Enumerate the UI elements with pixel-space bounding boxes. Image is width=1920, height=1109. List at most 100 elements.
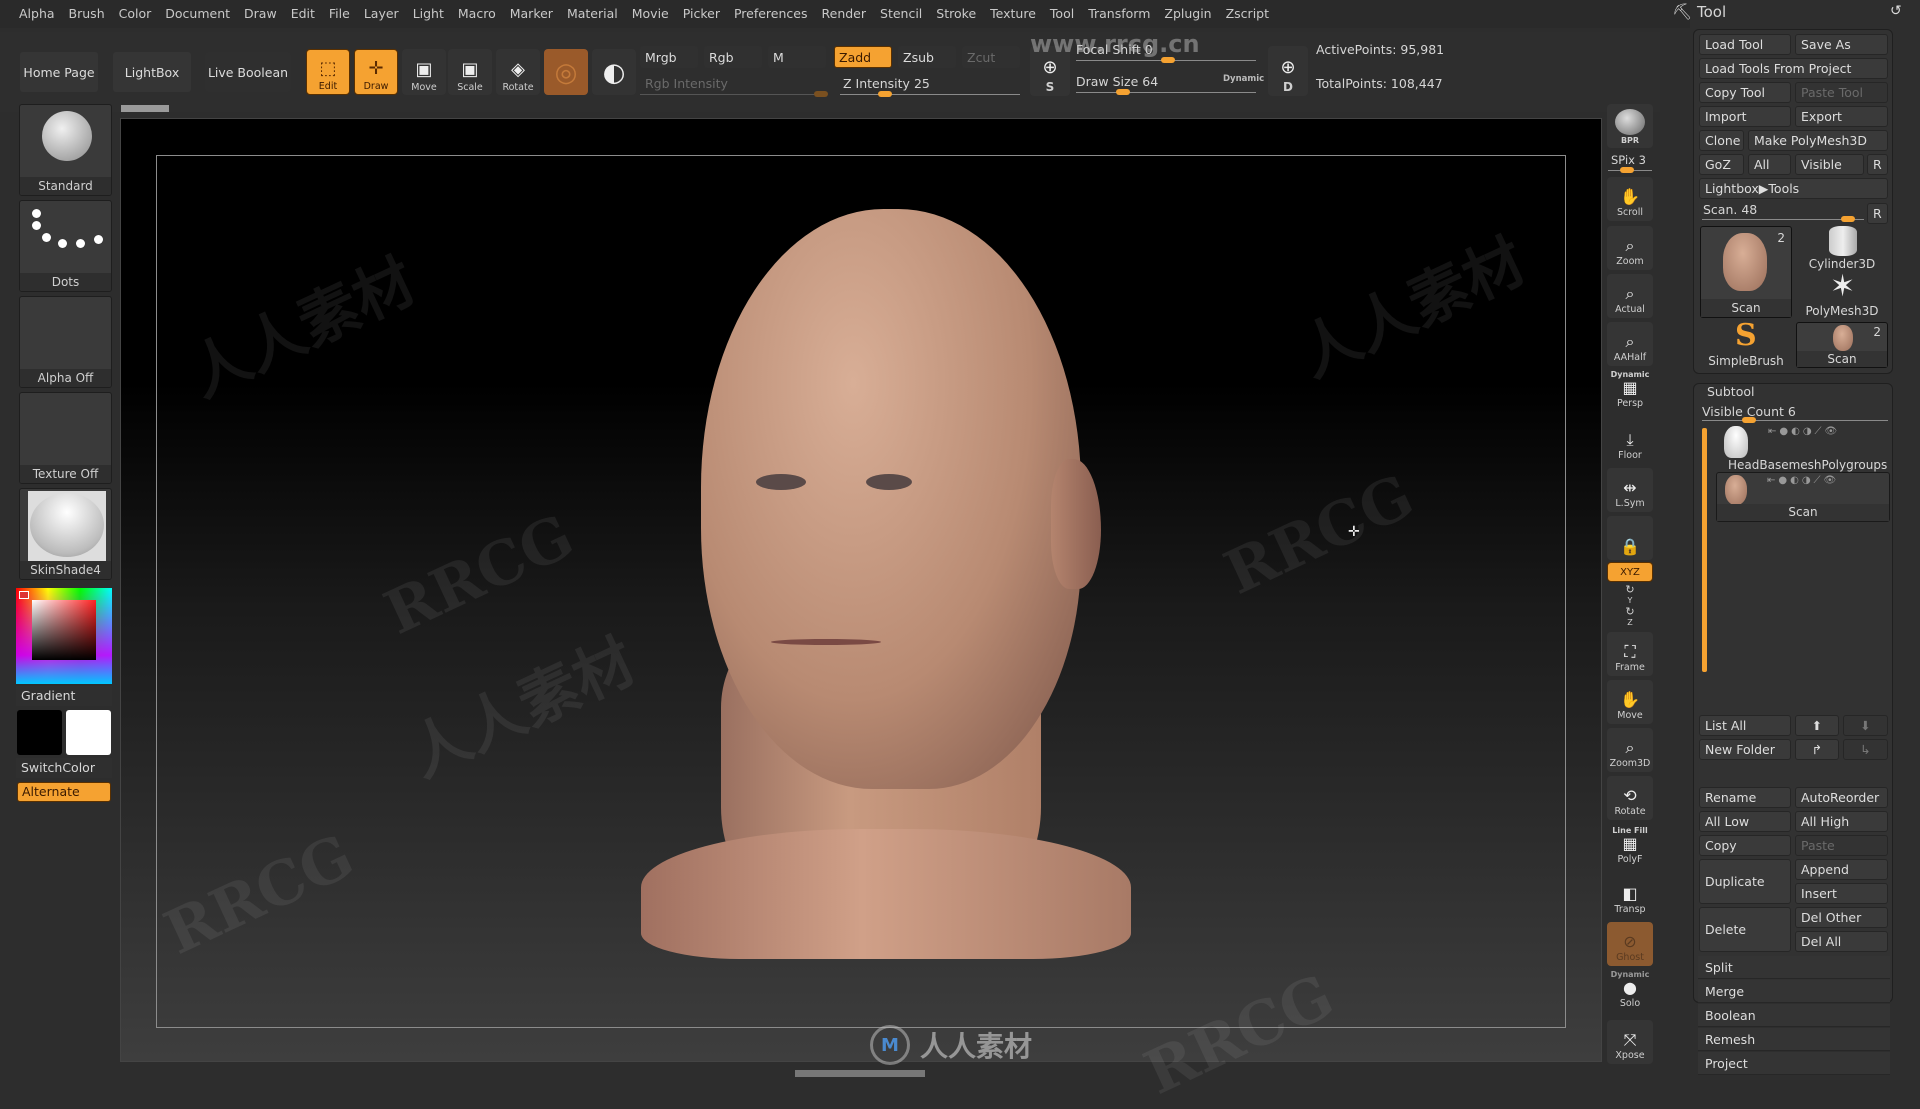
move-up-button[interactable]: ⬆ <box>1795 715 1839 736</box>
section-split[interactable]: Split <box>1698 956 1890 979</box>
stroke-thumbnail[interactable]: Dots <box>19 200 112 292</box>
document-canvas[interactable]: ✛ <box>120 118 1602 1062</box>
menu-stroke[interactable]: Stroke <box>929 0 983 28</box>
duplicate-button[interactable]: Duplicate <box>1699 859 1791 904</box>
move-3d-button[interactable]: ✋ Move <box>1607 680 1653 724</box>
menu-document[interactable]: Document <box>158 0 237 28</box>
zsub-button[interactable]: Zsub <box>898 46 956 68</box>
z-intensity-slider[interactable] <box>840 94 1020 95</box>
home-page-button[interactable]: Home Page <box>20 52 98 92</box>
menu-stencil[interactable]: Stencil <box>873 0 929 28</box>
xpose-button[interactable]: ⤧ Xpose <box>1607 1020 1653 1064</box>
zoom3d-button[interactable]: ⌕ Zoom3D <box>1607 728 1653 772</box>
new-folder-button[interactable]: New Folder <box>1699 739 1791 760</box>
alternate-button[interactable]: Alternate <box>17 782 111 802</box>
paste-tool-button[interactable]: Paste Tool <box>1795 82 1888 103</box>
auto-reorder-button[interactable]: AutoReorder <box>1795 787 1888 808</box>
move-to-folder-button[interactable]: ↱ <box>1795 739 1839 760</box>
draw-button[interactable]: ✛ Draw <box>354 49 398 95</box>
rotate-button[interactable]: ◈ Rotate <box>496 49 540 95</box>
section-remesh[interactable]: Remesh <box>1698 1028 1890 1051</box>
draw-size-slider[interactable] <box>1076 92 1256 93</box>
menu-draw[interactable]: Draw <box>237 0 284 28</box>
subtool-visibility-icons[interactable]: ⇤●◐◑⟋👁 <box>1768 426 1840 437</box>
edit-button[interactable]: ⬚ Edit <box>306 49 350 95</box>
brush-icon-button[interactable]: ◐ <box>592 49 636 95</box>
move-out-folder-button[interactable]: ↳ <box>1843 739 1888 760</box>
menu-marker[interactable]: Marker <box>503 0 560 28</box>
delete-button[interactable]: Delete <box>1699 907 1791 952</box>
copy-subtool-button[interactable]: Copy <box>1699 835 1791 856</box>
rotate-xyz-button[interactable]: XYZ <box>1607 562 1653 582</box>
focal-shift-knob[interactable] <box>1161 57 1175 63</box>
subtool-item[interactable]: ⇤●◐◑⟋👁 Scan <box>1716 472 1890 522</box>
sculpted-head-model[interactable] <box>641 209 1131 1089</box>
make-polymesh3d-button[interactable]: Make PolyMesh3D <box>1748 130 1888 151</box>
save-as-button[interactable]: Save As <box>1795 34 1888 55</box>
scroll-button[interactable]: ✋ Scroll <box>1607 177 1653 221</box>
subtool-scrollbar[interactable] <box>1702 428 1707 672</box>
menu-tool[interactable]: Tool <box>1043 0 1081 28</box>
menu-transform[interactable]: Transform <box>1081 0 1157 28</box>
lightbox-tools-button[interactable]: Lightbox▶Tools <box>1699 178 1888 199</box>
subtool-item[interactable]: ⇤●◐◑⟋👁 HeadBasemeshPolygroups <box>1718 424 1888 472</box>
menu-zscript[interactable]: Zscript <box>1219 0 1276 28</box>
del-all-button[interactable]: Del All <box>1795 931 1888 952</box>
goz-visible-button[interactable]: Visible <box>1795 154 1864 175</box>
polyf-button[interactable]: Line Fill ▦ PolyF <box>1607 824 1653 868</box>
reset-icon[interactable]: ↺ <box>1890 3 1902 19</box>
color-picker[interactable] <box>16 588 112 684</box>
menu-layer[interactable]: Layer <box>357 0 406 28</box>
zcut-button[interactable]: Zcut <box>962 46 1020 68</box>
bpr-button[interactable]: BPR <box>1607 104 1653 148</box>
material-thumbnail[interactable]: SkinShade4 <box>19 488 112 580</box>
del-other-button[interactable]: Del Other <box>1795 907 1888 928</box>
clone-button[interactable]: Clone <box>1699 130 1744 151</box>
brush-thumbnail[interactable]: Standard <box>19 104 112 196</box>
menu-material[interactable]: Material <box>560 0 625 28</box>
rename-button[interactable]: Rename <box>1699 787 1791 808</box>
subtool-title[interactable]: Subtool <box>1707 384 1754 399</box>
menu-picker[interactable]: Picker <box>676 0 727 28</box>
menu-light[interactable]: Light <box>406 0 451 28</box>
solo-button[interactable]: Dynamic ● Solo <box>1607 968 1653 1012</box>
all-low-button[interactable]: All Low <box>1699 811 1791 832</box>
goz-r-button[interactable]: R <box>1867 154 1888 175</box>
menu-file[interactable]: File <box>322 0 357 28</box>
tool-thumb-scan[interactable]: 2 Scan <box>1700 226 1792 318</box>
m-button[interactable]: M <box>768 46 826 68</box>
copy-tool-button[interactable]: Copy Tool <box>1699 82 1791 103</box>
all-high-button[interactable]: All High <box>1795 811 1888 832</box>
tool-thumb-cylinder3d[interactable]: Cylinder3D <box>1796 226 1888 271</box>
import-button[interactable]: Import <box>1699 106 1791 127</box>
rgb-intensity-knob[interactable] <box>814 91 828 97</box>
menu-zplugin[interactable]: Zplugin <box>1157 0 1218 28</box>
lock-camera-button[interactable]: 🔒 <box>1607 516 1653 560</box>
menu-macro[interactable]: Macro <box>451 0 503 28</box>
rgb-intensity-slider[interactable] <box>640 94 820 95</box>
canvas-top-scroll[interactable] <box>121 105 169 112</box>
saturation-value-square[interactable] <box>32 600 96 660</box>
append-button[interactable]: Append <box>1795 859 1888 880</box>
insert-button[interactable]: Insert <box>1795 883 1888 904</box>
floor-button[interactable]: ⤓ Floor <box>1607 420 1653 464</box>
mrgb-button[interactable]: Mrgb <box>640 46 698 68</box>
goz-all-button[interactable]: All <box>1748 154 1791 175</box>
draw-size-knob[interactable] <box>1116 89 1130 95</box>
menu-render[interactable]: Render <box>815 0 874 28</box>
paste-subtool-button[interactable]: Paste <box>1795 835 1888 856</box>
lsym-button[interactable]: ⇹ L.Sym <box>1607 468 1653 512</box>
spix-knob[interactable] <box>1620 167 1634 173</box>
frame-button[interactable]: ⛶ Frame <box>1607 632 1653 676</box>
menu-preferences[interactable]: Preferences <box>727 0 815 28</box>
actual-button[interactable]: ⌕ Actual <box>1607 274 1653 318</box>
rgb-button[interactable]: Rgb <box>704 46 762 68</box>
lightbox-button[interactable]: LightBox <box>113 52 191 92</box>
load-tool-button[interactable]: Load Tool <box>1699 34 1791 55</box>
alpha-thumbnail[interactable]: Alpha Off <box>19 296 112 388</box>
move-button[interactable]: ▣ Move <box>402 49 446 95</box>
texture-thumbnail[interactable]: Texture Off <box>19 392 112 484</box>
zadd-button[interactable]: Zadd <box>834 46 892 68</box>
menu-edit[interactable]: Edit <box>284 0 322 28</box>
z-intensity-knob[interactable] <box>878 91 892 97</box>
